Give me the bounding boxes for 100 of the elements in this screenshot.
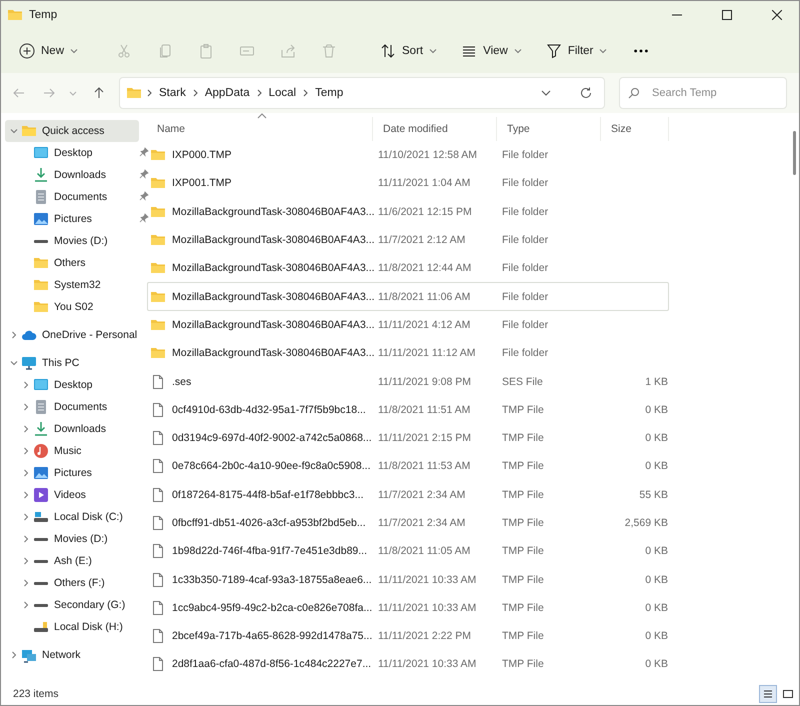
drive-icon — [34, 560, 48, 562]
drive-icon — [34, 582, 48, 584]
folder-icon — [33, 277, 49, 293]
close-icon — [772, 10, 782, 20]
sidebar-item[interactable]: Network — [5, 644, 139, 666]
date-cell-text: 11/8/2021 11:06 AM — [377, 290, 472, 303]
type-cell-text: TMP File — [501, 517, 545, 529]
video-icon — [33, 487, 49, 503]
file-icon — [150, 402, 166, 418]
minimize-icon — [672, 14, 682, 16]
date-cell-text: 11/7/2021 2:34 AM — [377, 517, 466, 529]
column-header[interactable]: Name — [147, 117, 373, 141]
date-cell-text: 11/11/2021 2:15 PM — [377, 432, 472, 444]
chevron-right-icon — [192, 89, 199, 97]
view-button[interactable]: View — [453, 35, 530, 67]
network-icon — [21, 647, 37, 663]
document-icon — [33, 399, 49, 415]
file-name: 1c33b350-7189-4caf-93a3-18755a8eae6... — [172, 574, 372, 586]
chevron-down-icon — [541, 90, 551, 96]
copy-icon — [157, 43, 174, 59]
folder-icon — [33, 255, 49, 271]
file-icon — [150, 374, 166, 390]
folder-icon — [126, 85, 142, 101]
file-row[interactable]: 2d8f1aa6-cfa0-487d-8f56-1c484c2227e7... 11/11/2021 10:33 AM TMP File 0 KB — [147, 650, 669, 679]
file-icon — [150, 600, 166, 616]
sidebar-item[interactable]: This PC — [5, 352, 139, 374]
file-icon — [150, 486, 166, 503]
size-cell-text: 0 KB — [644, 460, 669, 472]
type-cell-text: TMP File — [501, 545, 545, 558]
type-cell-text: File folder — [501, 206, 550, 218]
type-cell-text: TMP File — [501, 602, 545, 614]
breadcrumb[interactable]: Stark — [157, 85, 188, 101]
type-cell-text: TMP File — [501, 432, 545, 444]
caret-icon — [599, 47, 608, 55]
file-name: MozillaBackgroundTask-308046B0AF4A3... — [172, 347, 375, 360]
download-icon — [33, 421, 49, 437]
column-header[interactable]: Type — [497, 117, 601, 141]
folder-icon — [7, 7, 23, 23]
file-name: IXP001.TMP — [172, 177, 232, 190]
search-icon — [628, 87, 640, 99]
size-cell-text: 1 KB — [644, 376, 669, 388]
breadcrumb[interactable]: Local — [266, 85, 298, 101]
file-name: 0d3194c9-697d-40f2-9002-a742c5a0868... — [172, 432, 372, 444]
date-cell-text: 11/7/2021 2:34 AM — [377, 488, 466, 501]
maximize-icon — [722, 10, 732, 20]
file-name: 0e78c664-2b0c-4a10-90ee-f9c8a0c5908... — [172, 460, 370, 472]
file-icon — [150, 656, 166, 672]
more-icon — [634, 49, 648, 53]
type-cell-text: TMP File — [501, 488, 545, 501]
size-cell-text: 0 KB — [644, 602, 669, 614]
file-row[interactable]: MozillaBackgroundTask-308046B0AF4A3... 11/8/2021 11:06 AM File folder — [147, 282, 669, 311]
caret-icon — [429, 47, 438, 55]
file-name: 0fbcff91-db51-4026-a3cf-a953bf2bd5eb... — [172, 517, 366, 529]
scrollbar[interactable] — [793, 131, 796, 175]
column-header[interactable]: Date modified — [373, 117, 497, 141]
sidebar-item[interactable]: OneDrive - Personal — [5, 324, 139, 346]
file-name: 2bcef49a-717b-4a65-8628-992d1478a75... — [172, 630, 372, 642]
caret-icon — [70, 47, 78, 55]
breadcrumb[interactable]: Temp — [313, 85, 346, 101]
type-cell-text: SES File — [501, 376, 544, 388]
details-view-button[interactable] — [759, 685, 777, 703]
breadcrumb[interactable]: AppData — [202, 85, 252, 101]
desktop-icon — [33, 145, 49, 161]
date-cell-text: 11/8/2021 11:51 AM — [377, 404, 472, 416]
date-cell-text: 11/11/2021 1:04 AM — [377, 177, 472, 190]
file-icon — [150, 458, 166, 474]
file-row[interactable]: MozillaBackgroundTask-308046B0AF4A3... 11/11/2021 11:12 AM File folder — [147, 339, 669, 368]
address-bar[interactable]: Stark AppData Local Temp — [119, 77, 605, 109]
file-icon — [150, 515, 166, 531]
date-cell-text: 11/10/2021 12:58 AM — [377, 149, 478, 162]
filter-button[interactable]: Filter — [538, 35, 616, 67]
column-header[interactable]: Size — [601, 117, 669, 141]
up-arrow-icon — [93, 87, 105, 99]
file-name: MozillaBackgroundTask-308046B0AF4A3... — [172, 290, 375, 303]
clipboard-icon — [198, 43, 214, 59]
date-cell-text: 11/8/2021 12:44 AM — [377, 262, 472, 274]
drive-icon — [34, 538, 48, 540]
file-name: .ses — [172, 376, 192, 388]
search-field[interactable]: Search Temp — [619, 77, 787, 109]
size-cell-text: 55 KB — [638, 488, 669, 501]
list-icon — [762, 688, 774, 700]
file-name: 0f187264-8175-44f8-b5af-e1f78ebbbc3... — [172, 488, 364, 501]
new-button[interactable]: New — [11, 35, 86, 67]
document-icon — [33, 189, 49, 205]
sort-button[interactable]: Sort — [372, 35, 446, 67]
type-cell-text: TMP File — [501, 630, 545, 642]
file-name: MozillaBackgroundTask-308046B0AF4A3... — [172, 234, 375, 246]
folder-icon — [21, 123, 37, 139]
desktop-icon — [33, 377, 49, 393]
sidebar-item[interactable]: Quick access — [5, 120, 139, 142]
file-name: MozillaBackgroundTask-308046B0AF4A3... — [172, 262, 375, 274]
plus-circle-icon — [19, 43, 35, 59]
caret-icon — [514, 47, 522, 55]
back-arrow-icon — [13, 87, 25, 99]
sort-icon — [380, 43, 396, 59]
chevron-right-icon — [302, 89, 310, 97]
window-title: Temp — [29, 9, 58, 21]
file-name: MozillaBackgroundTask-308046B0AF4A3... — [172, 318, 375, 331]
search-input[interactable]: Search Temp — [650, 86, 774, 100]
square-icon — [782, 688, 794, 700]
